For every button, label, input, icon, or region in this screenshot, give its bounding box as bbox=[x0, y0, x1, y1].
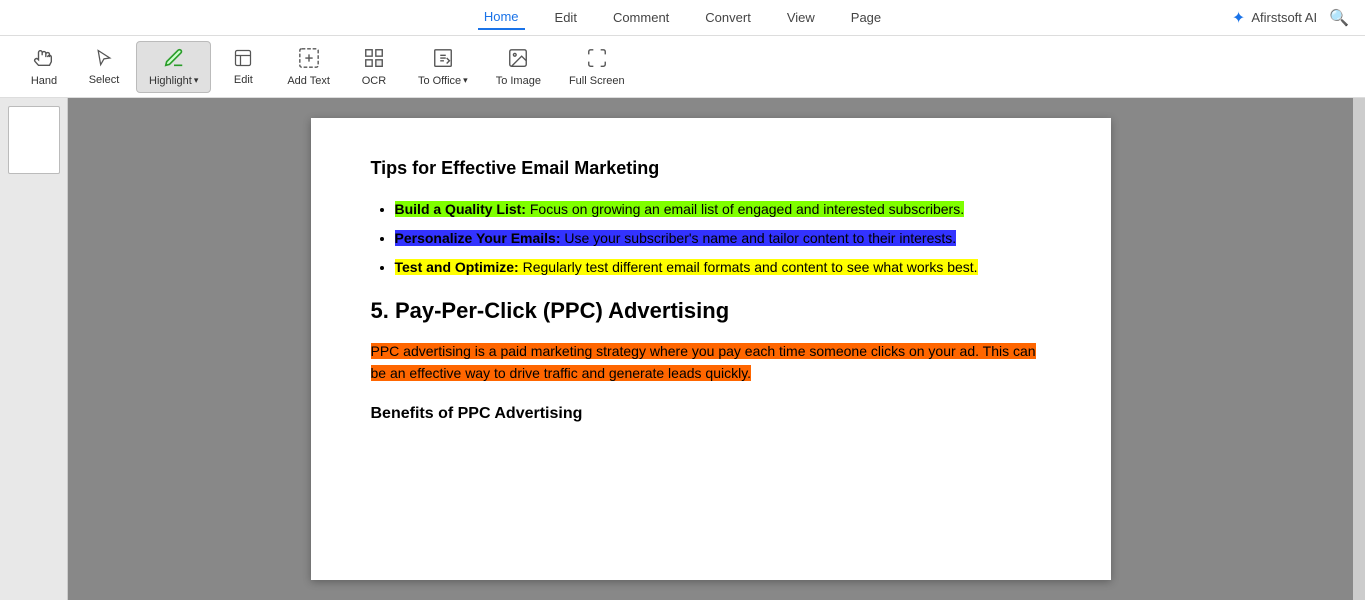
edit-tool-button[interactable]: Edit bbox=[215, 41, 271, 93]
hand-icon bbox=[33, 47, 55, 72]
ocr-tool-button[interactable]: OCR bbox=[346, 41, 402, 93]
menu-item-view[interactable]: View bbox=[781, 6, 821, 29]
to-image-tool-button[interactable]: To Image bbox=[484, 41, 553, 93]
brand-name: Afirstsoft AI bbox=[1251, 10, 1317, 25]
to-office-icon bbox=[432, 47, 454, 72]
menu-right: ✦ Afirstsoft AI 🔍 bbox=[1232, 8, 1349, 28]
bullet3-highlighted: Test and Optimize: Regularly test differ… bbox=[395, 259, 978, 275]
bullet-item-1: Build a Quality List: Focus on growing a… bbox=[395, 199, 1051, 220]
add-text-tool-button[interactable]: Add Text bbox=[275, 41, 342, 93]
menu-item-convert[interactable]: Convert bbox=[699, 6, 757, 29]
document-area[interactable]: Tips for Effective Email Marketing Build… bbox=[68, 98, 1353, 600]
menu-item-edit[interactable]: Edit bbox=[549, 6, 583, 29]
search-icon[interactable]: 🔍 bbox=[1329, 8, 1349, 28]
bullet1-highlighted: Build a Quality List: Focus on growing a… bbox=[395, 201, 965, 217]
menu-item-comment[interactable]: Comment bbox=[607, 6, 675, 29]
highlight-tool-button[interactable]: Highlight ▾ bbox=[136, 41, 211, 93]
page-thumbnail[interactable] bbox=[8, 106, 60, 174]
ocr-tool-label: OCR bbox=[362, 75, 386, 87]
ppc-body: PPC advertising is a paid marketing stra… bbox=[371, 340, 1051, 385]
bullet2-text: Use your subscriber's name and tailor co… bbox=[564, 230, 956, 246]
bullet3-bold: Test and Optimize: bbox=[395, 259, 519, 275]
brand-icon: ✦ bbox=[1232, 8, 1245, 28]
scrollbar-right[interactable] bbox=[1353, 98, 1365, 600]
hand-tool-label: Hand bbox=[31, 75, 57, 87]
bullet-item-3: Test and Optimize: Regularly test differ… bbox=[395, 257, 1051, 278]
highlight-tool-label: Highlight ▾ bbox=[149, 75, 198, 87]
bullet-list: Build a Quality List: Focus on growing a… bbox=[395, 199, 1051, 278]
menu-item-page[interactable]: Page bbox=[845, 6, 887, 29]
bullet1-text: Focus on growing an email list of engage… bbox=[530, 201, 964, 217]
highlight-icon bbox=[163, 47, 185, 72]
hand-tool-button[interactable]: Hand bbox=[16, 41, 72, 93]
sidebar-left bbox=[0, 98, 68, 600]
menu-item-home[interactable]: Home bbox=[478, 5, 525, 30]
edit-tool-label: Edit bbox=[234, 74, 253, 86]
add-text-icon bbox=[298, 47, 320, 72]
add-text-tool-label: Add Text bbox=[287, 75, 330, 87]
menu-items: Home Edit Comment Convert View Page bbox=[478, 5, 887, 30]
full-screen-tool-label: Full Screen bbox=[569, 75, 625, 87]
ocr-icon bbox=[363, 47, 385, 72]
to-image-icon bbox=[507, 47, 529, 72]
full-screen-tool-button[interactable]: Full Screen bbox=[557, 41, 637, 93]
bullet3-text: Regularly test different email formats a… bbox=[523, 259, 978, 275]
ppc-body-highlighted: PPC advertising is a paid marketing stra… bbox=[371, 343, 1036, 381]
document-page: Tips for Effective Email Marketing Build… bbox=[311, 118, 1111, 580]
select-tool-button[interactable]: Select bbox=[76, 41, 132, 93]
email-marketing-title: Tips for Effective Email Marketing bbox=[371, 158, 1051, 179]
select-tool-label: Select bbox=[89, 74, 120, 86]
to-office-dropdown-arrow: ▾ bbox=[463, 75, 468, 86]
main-area: Tips for Effective Email Marketing Build… bbox=[0, 98, 1365, 600]
ppc-title: 5. Pay-Per-Click (PPC) Advertising bbox=[371, 298, 1051, 324]
to-office-tool-label: To Office ▾ bbox=[418, 75, 468, 87]
edit-icon bbox=[233, 48, 253, 71]
bullet2-highlighted: Personalize Your Emails: Use your subscr… bbox=[395, 230, 957, 246]
bullet2-bold: Personalize Your Emails: bbox=[395, 230, 561, 246]
benefits-title: Benefits of PPC Advertising bbox=[371, 405, 1051, 423]
menu-bar: Home Edit Comment Convert View Page ✦ Af… bbox=[0, 0, 1365, 36]
bullet-item-2: Personalize Your Emails: Use your subscr… bbox=[395, 228, 1051, 249]
brand: ✦ Afirstsoft AI bbox=[1232, 8, 1317, 28]
toolbar: Hand Select Highlight ▾ Edit bbox=[0, 36, 1365, 98]
bullet1-bold: Build a Quality List: bbox=[395, 201, 526, 217]
select-icon bbox=[94, 48, 114, 71]
highlight-dropdown-arrow: ▾ bbox=[194, 75, 199, 86]
full-screen-icon bbox=[586, 47, 608, 72]
to-image-tool-label: To Image bbox=[496, 75, 541, 87]
to-office-tool-button[interactable]: To Office ▾ bbox=[406, 41, 480, 93]
